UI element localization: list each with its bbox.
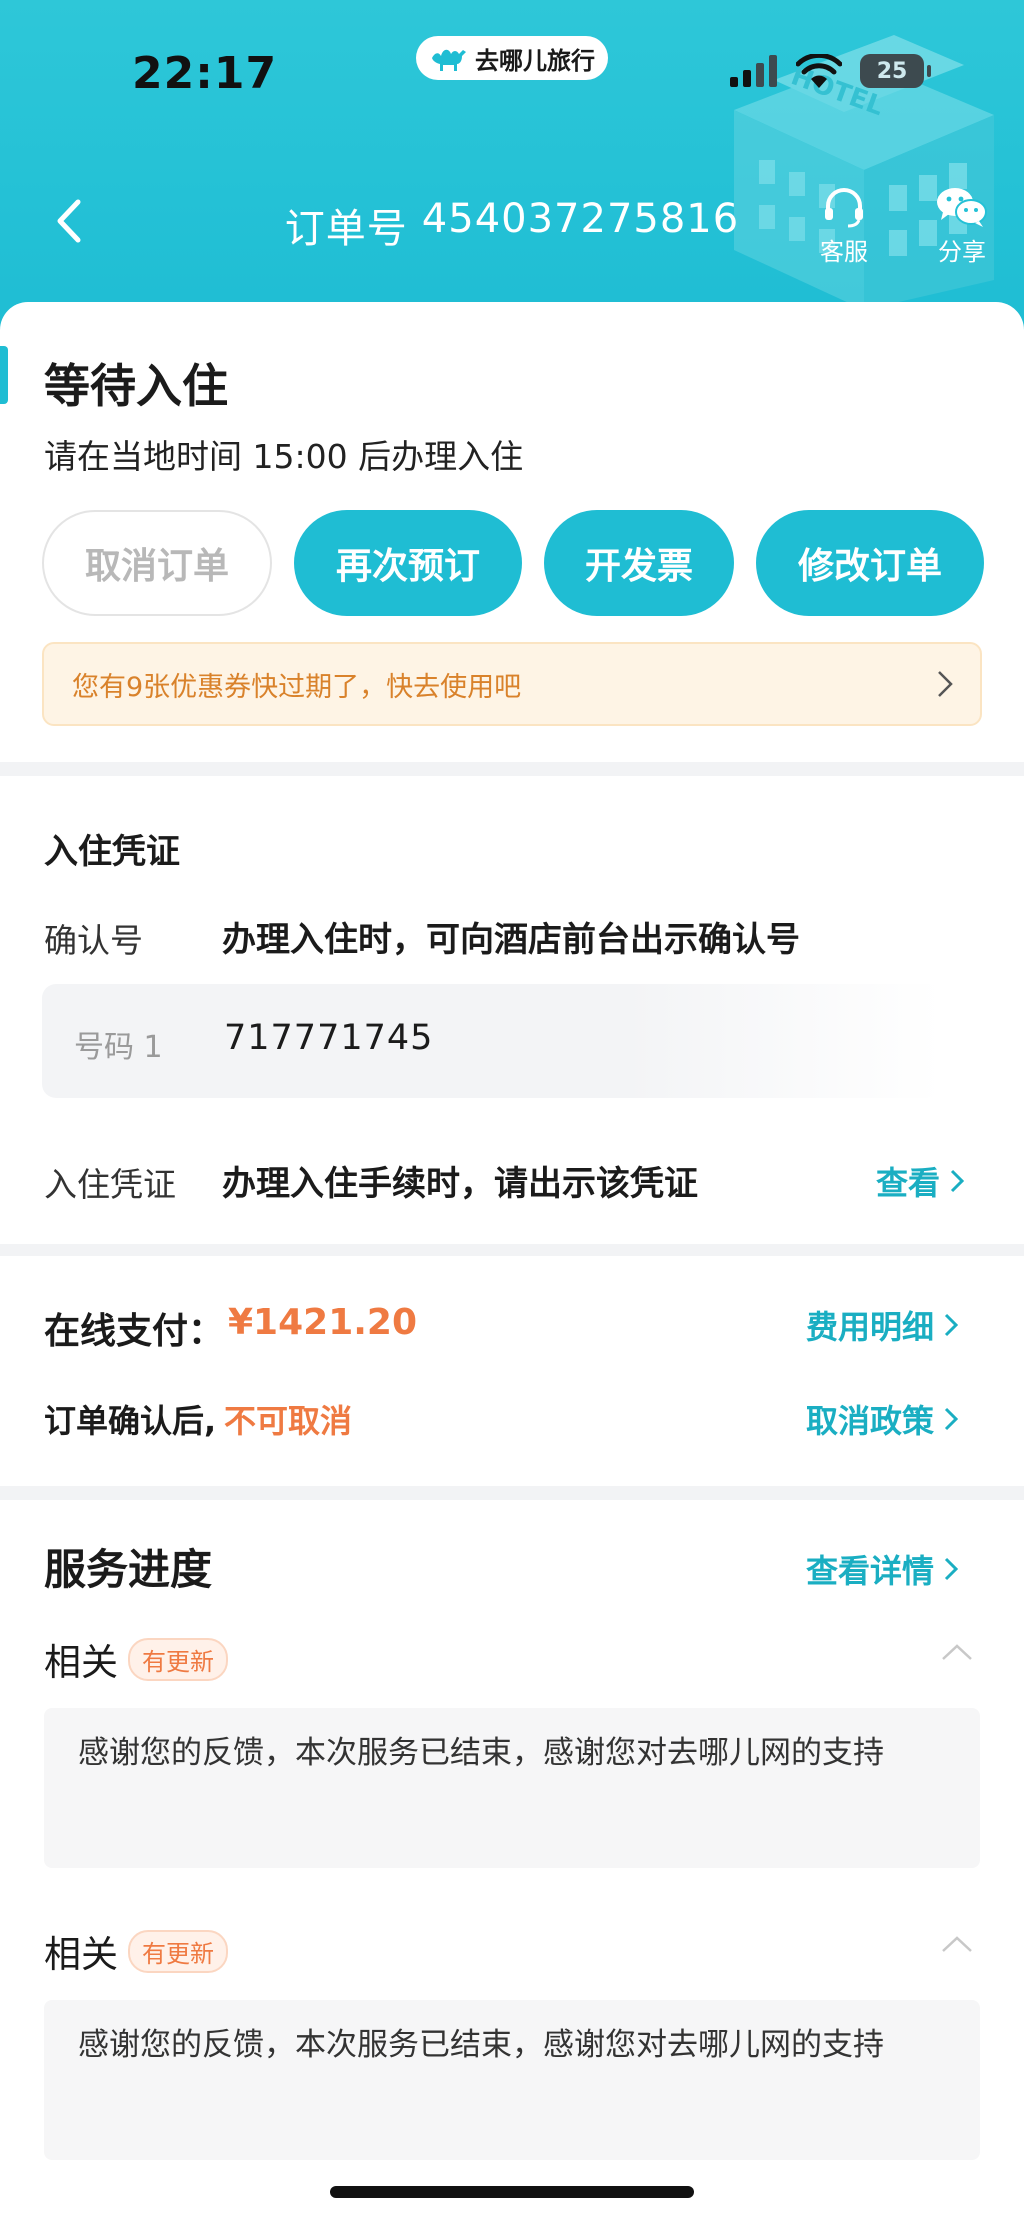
update-badge: 有更新 xyxy=(128,1637,228,1681)
service-message: 感谢您的反馈，本次服务已结束，感谢您对去哪儿网的支持 xyxy=(44,2000,980,2160)
wechat-icon xyxy=(937,188,987,227)
payment-amount: ¥1421.20 xyxy=(228,1302,418,1343)
chevron-right-icon xyxy=(950,1169,965,1193)
fee-detail-label: 费用明细 xyxy=(806,1308,935,1346)
checkin-voucher-card: 入住凭证 确认号 办理入住时，可向酒店前台出示确认号 号码 1 71777174… xyxy=(0,776,1024,1244)
customer-service-label: 客服 xyxy=(820,238,868,266)
confirm-code-box: 号码 1 717771745 xyxy=(42,984,942,1098)
cancel-rule-value: 不可取消 xyxy=(224,1402,353,1440)
online-payment-label: 在线支付： xyxy=(44,1311,225,1352)
coupon-text: 您有9张优惠券快过期了，快去使用吧 xyxy=(72,671,522,703)
checkin-time-hint: 请在当地时间 15:00 后办理入住 xyxy=(44,437,524,476)
service-message: 感谢您的反馈，本次服务已结束，感谢您对去哪儿网的支持 xyxy=(44,1708,980,1868)
share-button[interactable]: 分享 xyxy=(922,186,1002,267)
view-voucher-label: 查看 xyxy=(876,1164,941,1202)
wifi-icon xyxy=(796,54,842,88)
headset-icon xyxy=(825,188,863,228)
share-label: 分享 xyxy=(938,238,986,266)
invoice-button[interactable]: 开发票 xyxy=(544,510,734,616)
battery-indicator: 25 xyxy=(860,54,931,88)
service-detail-link[interactable]: 查看详情 xyxy=(806,1546,959,1592)
service-item-header[interactable]: 相关 有更新 xyxy=(44,1924,228,1978)
order-number: 454037275816 xyxy=(421,196,740,242)
voucher-desc: 办理入住手续时，请出示该凭证 xyxy=(222,1164,698,1204)
chevron-up-icon[interactable] xyxy=(940,1642,974,1662)
chevron-up-icon[interactable] xyxy=(940,1934,974,1954)
cancel-policy-link[interactable]: 取消政策 xyxy=(806,1396,959,1442)
order-status-title: 等待入住 xyxy=(44,359,228,413)
order-label: 订单号 xyxy=(284,206,408,252)
update-badge: 有更新 xyxy=(128,1929,228,1973)
service-progress-card: 服务进度 查看详情 相关 有更新 感谢您的反馈，本次服务已结束，感谢您对去哪儿网… xyxy=(0,1500,1024,2220)
service-detail-label: 查看详情 xyxy=(806,1552,935,1590)
checkin-section-title: 入住凭证 xyxy=(44,832,180,872)
home-indicator[interactable] xyxy=(330,2186,694,2198)
service-item-header[interactable]: 相关 有更新 xyxy=(44,1632,228,1686)
accent-bar xyxy=(0,346,8,404)
order-actions: 取消订单 再次预订 开发票 修改订单 xyxy=(42,510,984,616)
service-item-label: 相关 xyxy=(44,1933,118,1976)
app-name-pill: 去哪儿旅行 xyxy=(416,36,608,80)
service-progress-title: 服务进度 xyxy=(44,1545,213,1594)
voucher-label: 入住凭证 xyxy=(44,1165,176,1204)
modify-order-button[interactable]: 修改订单 xyxy=(756,510,984,616)
service-item-label: 相关 xyxy=(44,1641,118,1684)
confirm-number-desc: 办理入住时，可向酒店前台出示确认号 xyxy=(222,920,800,960)
fee-detail-link[interactable]: 费用明细 xyxy=(806,1302,959,1348)
camel-logo-icon xyxy=(432,49,466,71)
view-voucher-link[interactable]: 查看 xyxy=(876,1158,965,1204)
payment-card: 在线支付： ¥1421.20 费用明细 订单确认后, 不可取消 取消政策 xyxy=(0,1256,1024,1486)
cancel-rule-prefix: 订单确认后, xyxy=(44,1402,217,1440)
coupon-expiry-banner[interactable]: 您有9张优惠券快过期了，快去使用吧 xyxy=(42,642,982,726)
chevron-right-icon xyxy=(944,1407,959,1431)
order-status-card: 等待入住 请在当地时间 15:00 后办理入住 取消订单 再次预订 开发票 修改… xyxy=(0,302,1024,762)
confirm-code-value: 717771745 xyxy=(224,1018,434,1058)
header: HOTEL 22:17 去哪儿旅行 25 订单号 454037275816 客服… xyxy=(0,0,1024,330)
customer-service-button[interactable]: 客服 xyxy=(804,186,884,267)
app-name: 去哪儿旅行 xyxy=(475,46,595,75)
confirm-number-label: 确认号 xyxy=(44,921,143,960)
chevron-right-icon xyxy=(944,1313,959,1337)
rebook-button[interactable]: 再次预订 xyxy=(294,510,522,616)
status-time: 22:17 xyxy=(132,48,278,99)
chevron-right-icon xyxy=(938,671,953,697)
cancel-policy-label: 取消政策 xyxy=(806,1402,935,1440)
code-label: 号码 1 xyxy=(74,1030,163,1065)
signal-icon xyxy=(730,55,777,87)
chevron-right-icon xyxy=(944,1557,959,1581)
cancel-order-button[interactable]: 取消订单 xyxy=(42,510,272,616)
